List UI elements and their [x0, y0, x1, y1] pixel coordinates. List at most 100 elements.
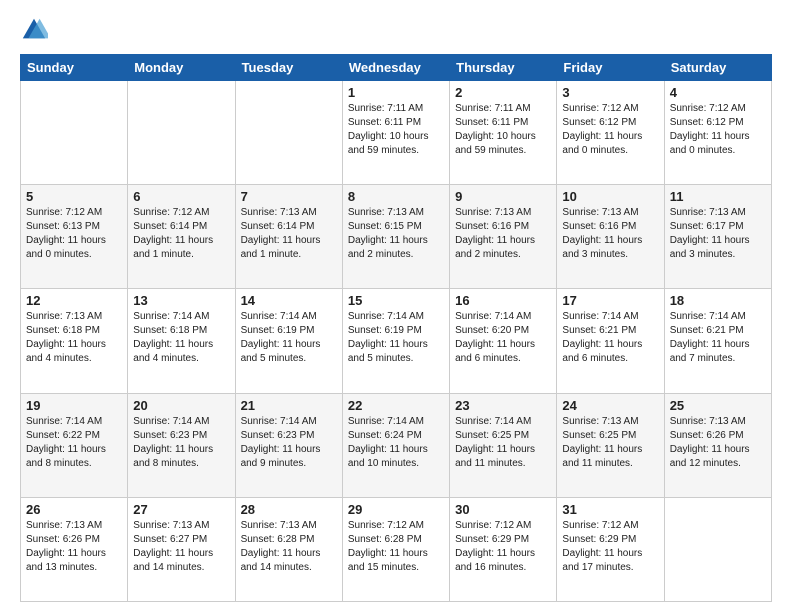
calendar-cell: 10Sunrise: 7:13 AM Sunset: 6:16 PM Dayli… [557, 185, 664, 289]
calendar-cell: 1 Sunrise: 7:11 AM Sunset: 6:11 PM Daylig… [342, 81, 449, 185]
day-info: Sunrise: 7:12 AM Sunset: 6:14 PM Dayligh… [133, 206, 229, 262]
day-number: 17 [562, 293, 658, 308]
day-number: 21 [241, 398, 337, 413]
week-row-5: 26 Sunrise: 7:13 AM Sunset: 6:26 PM Dayli… [21, 497, 772, 601]
calendar-cell: 30 Sunrise: 7:12 AM Sunset: 6:29 PM Dayli… [450, 497, 557, 601]
weekday-header-thursday: Thursday [450, 55, 557, 81]
calendar-cell: 28 Sunrise: 7:13 AM Sunset: 6:28 PM Dayli… [235, 497, 342, 601]
weekday-header-sunday: Sunday [21, 55, 128, 81]
day-info: Sunrise: 7:14 AM Sunset: 6:20 PM Dayligh… [455, 310, 551, 366]
day-info: Sunrise: 7:13 AM Sunset: 6:15 PM Dayligh… [348, 206, 444, 262]
calendar-cell: 7 Sunrise: 7:13 AM Sunset: 6:14 PM Daylig… [235, 185, 342, 289]
header [20, 16, 772, 44]
day-number: 23 [455, 398, 551, 413]
calendar-cell: 3Sunrise: 7:12 AM Sunset: 6:12 PM Daylig… [557, 81, 664, 185]
calendar-cell: 6 Sunrise: 7:12 AM Sunset: 6:14 PM Daylig… [128, 185, 235, 289]
day-info: Sunrise: 7:11 AM Sunset: 6:11 PM Dayligh… [348, 102, 444, 158]
day-info: Sunrise: 7:12 AM Sunset: 6:12 PM Dayligh… [670, 102, 766, 158]
day-number: 1 [348, 85, 444, 100]
calendar-cell: 21 Sunrise: 7:14 AM Sunset: 6:23 PM Dayli… [235, 393, 342, 497]
day-info: Sunrise: 7:13 AM Sunset: 6:28 PM Dayligh… [241, 519, 337, 575]
calendar-cell: 4 Sunrise: 7:12 AM Sunset: 6:12 PM Daylig… [664, 81, 771, 185]
day-number: 4 [670, 85, 766, 100]
weekday-header-saturday: Saturday [664, 55, 771, 81]
calendar-cell: 25 Sunrise: 7:13 AM Sunset: 6:26 PM Dayli… [664, 393, 771, 497]
calendar-cell: 29 Sunrise: 7:12 AM Sunset: 6:28 PM Dayli… [342, 497, 449, 601]
day-info: Sunrise: 7:14 AM Sunset: 6:24 PM Dayligh… [348, 415, 444, 471]
day-number: 27 [133, 502, 229, 517]
day-number: 16 [455, 293, 551, 308]
day-number: 28 [241, 502, 337, 517]
day-info: Sunrise: 7:11 AM Sunset: 6:11 PM Dayligh… [455, 102, 551, 158]
calendar-cell: 22 Sunrise: 7:14 AM Sunset: 6:24 PM Dayli… [342, 393, 449, 497]
calendar-cell: 26 Sunrise: 7:13 AM Sunset: 6:26 PM Dayli… [21, 497, 128, 601]
calendar-cell: 18 Sunrise: 7:14 AM Sunset: 6:21 PM Dayli… [664, 289, 771, 393]
calendar-cell: 20Sunrise: 7:14 AM Sunset: 6:23 PM Dayli… [128, 393, 235, 497]
day-number: 22 [348, 398, 444, 413]
logo-icon [20, 16, 48, 44]
day-info: Sunrise: 7:12 AM Sunset: 6:29 PM Dayligh… [455, 519, 551, 575]
day-number: 31 [562, 502, 658, 517]
day-info: Sunrise: 7:13 AM Sunset: 6:17 PM Dayligh… [670, 206, 766, 262]
day-number: 30 [455, 502, 551, 517]
calendar-cell [21, 81, 128, 185]
day-number: 2 [455, 85, 551, 100]
calendar-cell: 16 Sunrise: 7:14 AM Sunset: 6:20 PM Dayli… [450, 289, 557, 393]
day-info: Sunrise: 7:14 AM Sunset: 6:21 PM Dayligh… [562, 310, 658, 366]
day-info: Sunrise: 7:14 AM Sunset: 6:25 PM Dayligh… [455, 415, 551, 471]
day-info: Sunrise: 7:13 AM Sunset: 6:16 PM Dayligh… [562, 206, 658, 262]
day-info: Sunrise: 7:14 AM Sunset: 6:19 PM Dayligh… [241, 310, 337, 366]
day-info: Sunrise: 7:14 AM Sunset: 6:23 PM Dayligh… [241, 415, 337, 471]
calendar-cell: 19 Sunrise: 7:14 AM Sunset: 6:22 PM Dayli… [21, 393, 128, 497]
day-number: 20 [133, 398, 229, 413]
day-info: Sunrise: 7:13 AM Sunset: 6:18 PM Dayligh… [26, 310, 122, 366]
day-info: Sunrise: 7:13 AM Sunset: 6:16 PM Dayligh… [455, 206, 551, 262]
calendar-cell: 5 Sunrise: 7:12 AM Sunset: 6:13 PM Daylig… [21, 185, 128, 289]
weekday-header-friday: Friday [557, 55, 664, 81]
page: SundayMondayTuesdayWednesdayThursdayFrid… [0, 0, 792, 612]
calendar-cell [128, 81, 235, 185]
calendar-cell [664, 497, 771, 601]
week-row-4: 19 Sunrise: 7:14 AM Sunset: 6:22 PM Dayli… [21, 393, 772, 497]
day-info: Sunrise: 7:13 AM Sunset: 6:26 PM Dayligh… [670, 415, 766, 471]
day-number: 7 [241, 189, 337, 204]
calendar-cell: 31 Sunrise: 7:12 AM Sunset: 6:29 PM Dayli… [557, 497, 664, 601]
day-number: 29 [348, 502, 444, 517]
calendar-cell: 13 Sunrise: 7:14 AM Sunset: 6:18 PM Dayli… [128, 289, 235, 393]
weekday-header-tuesday: Tuesday [235, 55, 342, 81]
day-number: 14 [241, 293, 337, 308]
day-info: Sunrise: 7:13 AM Sunset: 6:14 PM Dayligh… [241, 206, 337, 262]
day-number: 8 [348, 189, 444, 204]
calendar-cell: 23 Sunrise: 7:14 AM Sunset: 6:25 PM Dayli… [450, 393, 557, 497]
day-number: 6 [133, 189, 229, 204]
week-row-2: 5 Sunrise: 7:12 AM Sunset: 6:13 PM Daylig… [21, 185, 772, 289]
day-info: Sunrise: 7:14 AM Sunset: 6:21 PM Dayligh… [670, 310, 766, 366]
day-number: 13 [133, 293, 229, 308]
day-number: 15 [348, 293, 444, 308]
day-number: 25 [670, 398, 766, 413]
day-info: Sunrise: 7:12 AM Sunset: 6:29 PM Dayligh… [562, 519, 658, 575]
day-number: 24 [562, 398, 658, 413]
weekday-header-wednesday: Wednesday [342, 55, 449, 81]
day-info: Sunrise: 7:13 AM Sunset: 6:25 PM Dayligh… [562, 415, 658, 471]
day-number: 26 [26, 502, 122, 517]
weekday-header-monday: Monday [128, 55, 235, 81]
day-info: Sunrise: 7:14 AM Sunset: 6:18 PM Dayligh… [133, 310, 229, 366]
calendar-cell: 27Sunrise: 7:13 AM Sunset: 6:27 PM Dayli… [128, 497, 235, 601]
calendar-cell: 17 Sunrise: 7:14 AM Sunset: 6:21 PM Dayli… [557, 289, 664, 393]
day-number: 18 [670, 293, 766, 308]
day-info: Sunrise: 7:12 AM Sunset: 6:13 PM Dayligh… [26, 206, 122, 262]
calendar-cell: 14 Sunrise: 7:14 AM Sunset: 6:19 PM Dayli… [235, 289, 342, 393]
day-info: Sunrise: 7:14 AM Sunset: 6:22 PM Dayligh… [26, 415, 122, 471]
day-number: 11 [670, 189, 766, 204]
calendar-cell [235, 81, 342, 185]
day-number: 19 [26, 398, 122, 413]
day-info: Sunrise: 7:12 AM Sunset: 6:28 PM Dayligh… [348, 519, 444, 575]
day-number: 9 [455, 189, 551, 204]
calendar-cell: 2 Sunrise: 7:11 AM Sunset: 6:11 PM Daylig… [450, 81, 557, 185]
day-number: 3 [562, 85, 658, 100]
day-info: Sunrise: 7:13 AM Sunset: 6:26 PM Dayligh… [26, 519, 122, 575]
week-row-3: 12Sunrise: 7:13 AM Sunset: 6:18 PM Dayli… [21, 289, 772, 393]
day-number: 5 [26, 189, 122, 204]
calendar-cell: 11 Sunrise: 7:13 AM Sunset: 6:17 PM Dayli… [664, 185, 771, 289]
